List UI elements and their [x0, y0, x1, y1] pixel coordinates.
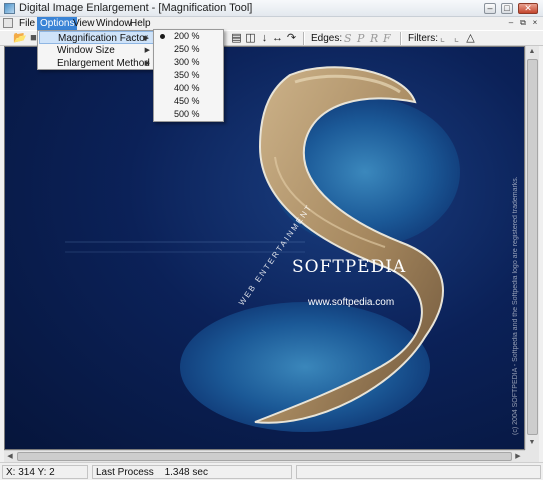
menu-item-magnification-factor-label: Magnification Factor	[58, 33, 149, 44]
menu-help[interactable]: Help	[127, 17, 154, 30]
last-process-time: 1.348 sec	[164, 467, 208, 478]
aerial-island-image	[65, 66, 460, 432]
open-folder-icon[interactable]: 📂	[13, 32, 27, 45]
menu-file[interactable]: File	[16, 17, 38, 30]
cursor-coordinates: X: 314 Y: 2	[2, 465, 88, 479]
rotate-icon[interactable]: ↷	[285, 32, 298, 45]
flip-vertical-icon[interactable]: ↓	[258, 32, 271, 45]
menu-item-magnification-factor[interactable]: Magnification Factor ▶	[39, 31, 154, 44]
edges-label: Edges:	[311, 33, 343, 44]
horizontal-scrollbar[interactable]: ◀ ▶	[4, 450, 525, 462]
zoom-option-400[interactable]: 400 %	[155, 82, 222, 95]
options-dropdown-menu: Magnification Factor ▶ Window Size ▶ Enl…	[37, 30, 156, 70]
child-close-button[interactable]: ×	[530, 18, 540, 28]
edge-p-button[interactable]: P	[357, 32, 364, 45]
filters-label: Filters:	[408, 33, 438, 44]
zoom-option-450[interactable]: 450 %	[155, 95, 222, 108]
status-bar: X: 314 Y: 2 Last Process 1.348 sec	[0, 462, 543, 480]
submenu-arrow-icon: ▶	[144, 47, 150, 54]
status-panel-empty	[296, 465, 541, 479]
submenu-arrow-icon: ▶	[144, 60, 150, 67]
maximize-button[interactable]: □	[501, 3, 513, 14]
zoom-option-300[interactable]: 300 %	[155, 56, 222, 69]
minimize-button[interactable]: –	[484, 3, 496, 14]
menu-bar: File Options View Window Help – ⧉ ×	[0, 17, 543, 30]
zoom-option-200[interactable]: 200 %	[155, 30, 222, 43]
scroll-down-icon[interactable]: ▼	[526, 437, 538, 449]
filter-emboss-icon[interactable]: △	[464, 32, 477, 45]
zoom-option-500[interactable]: 500 %	[155, 108, 222, 121]
title-bar[interactable]: Digital Image Enlargement - [Magnificati…	[0, 0, 543, 17]
toolbar-separator	[303, 32, 305, 45]
horizontal-scroll-thumb[interactable]	[17, 452, 512, 461]
edge-s-button[interactable]: S	[344, 32, 352, 45]
close-button[interactable]: ✕	[518, 3, 538, 14]
document-icon[interactable]	[3, 18, 13, 28]
magnification-submenu: 200 % 250 % 300 % 350 % 400 % 450 % 500 …	[153, 29, 224, 122]
menu-item-enlargement-method-label: Enlargement Method	[57, 58, 150, 69]
last-process-label: Last Process	[96, 467, 154, 478]
menu-item-enlargement-method[interactable]: Enlargement Method ▶	[39, 57, 154, 70]
filter-sharpen-icon[interactable]: ⌞	[436, 32, 449, 45]
radio-selected-icon	[160, 34, 165, 39]
menu-item-window-size[interactable]: Window Size ▶	[39, 44, 154, 57]
zoom-option-250[interactable]: 250 %	[155, 43, 222, 56]
filter-smooth-icon[interactable]: ⌞	[450, 32, 463, 45]
window-title: Digital Image Enlargement - [Magnificati…	[19, 2, 253, 14]
url-watermark: www.softpedia.com	[308, 297, 395, 308]
zoom-option-350[interactable]: 350 %	[155, 69, 222, 82]
image-viewport[interactable]: SOFTPEDIA www.softpedia.com WEB ENTERTAI…	[4, 46, 525, 450]
scroll-up-icon[interactable]: ▲	[526, 46, 538, 58]
last-process-field: Last Process 1.348 sec	[92, 465, 292, 479]
child-minimize-button[interactable]: –	[506, 18, 516, 28]
split-vertical-icon[interactable]: ◫	[244, 32, 257, 45]
flip-horizontal-icon[interactable]: ↔	[271, 32, 284, 45]
toolbar-separator	[400, 32, 402, 45]
edge-r-button[interactable]: R	[370, 32, 378, 45]
vertical-scrollbar[interactable]: ▲ ▼	[525, 46, 539, 450]
edge-f-button[interactable]: F	[383, 32, 391, 45]
menu-item-window-size-label: Window Size	[57, 45, 115, 56]
app-icon[interactable]	[4, 3, 15, 14]
scrollbar-corner	[525, 450, 539, 462]
zoom-option-label: 200 %	[174, 31, 200, 41]
vertical-scroll-thumb[interactable]	[527, 59, 538, 435]
split-horizontal-icon[interactable]: ▤	[230, 32, 243, 45]
brand-watermark: SOFTPEDIA	[292, 257, 407, 277]
trademark-watermark: (c) 2004 SOFTPEDIA - Softpedia and the S…	[512, 176, 519, 435]
child-restore-button[interactable]: ⧉	[518, 18, 528, 28]
